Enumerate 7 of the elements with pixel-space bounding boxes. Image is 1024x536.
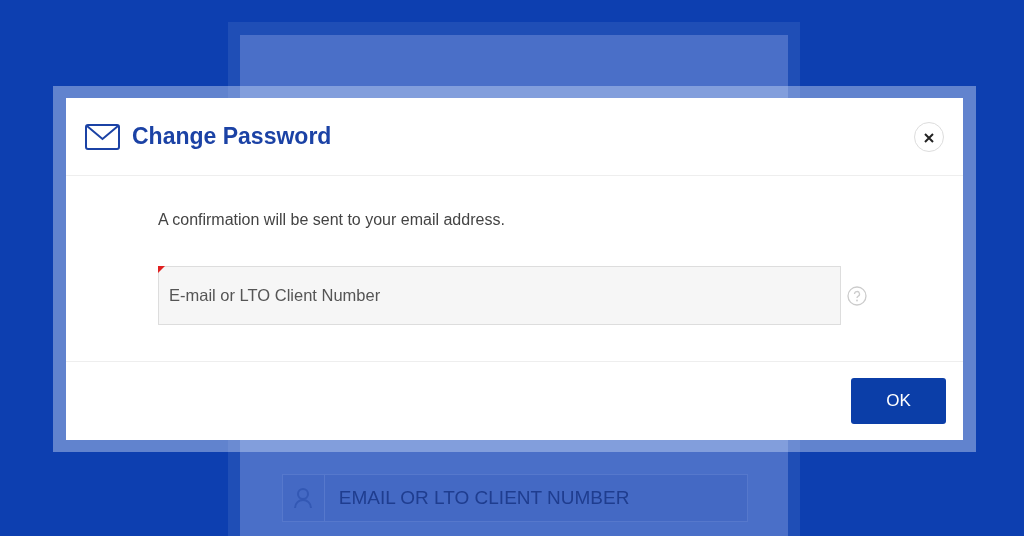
confirmation-message: A confirmation will be sent to your email address.	[158, 210, 506, 230]
ok-button[interactable]: OK	[851, 378, 946, 424]
close-button[interactable]	[914, 121, 944, 152]
envelope-icon	[85, 123, 120, 150]
dialog-title: Change Password	[132, 122, 332, 152]
close-icon	[924, 132, 934, 143]
email-or-client-number-field[interactable]: E-mail or LTO Client Number	[158, 266, 841, 325]
